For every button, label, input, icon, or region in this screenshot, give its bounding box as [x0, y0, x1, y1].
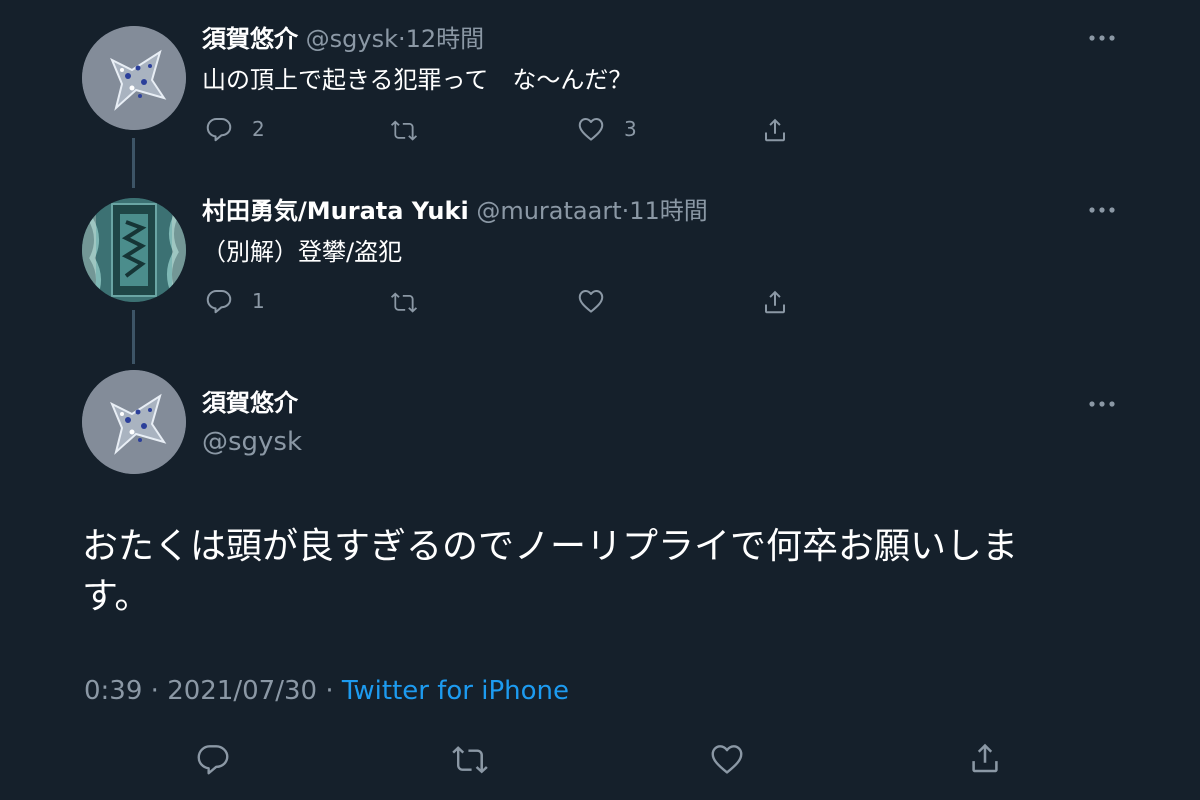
tweet-header: 須賀悠介 @sgysk·12時間	[202, 24, 484, 54]
more-icon[interactable]	[1088, 205, 1116, 215]
separator: ·	[325, 676, 334, 706]
main-display-name[interactable]: 須賀悠介	[202, 388, 298, 418]
reply-count: 1	[252, 289, 265, 313]
share-button[interactable]	[760, 114, 790, 146]
share-button[interactable]	[966, 738, 1004, 778]
reply-icon	[206, 118, 232, 142]
thread-line	[132, 310, 135, 364]
like-icon	[578, 290, 604, 313]
like-button[interactable]: 3	[576, 114, 637, 144]
share-icon	[972, 743, 998, 773]
avatar-sgysk-main[interactable]	[82, 370, 186, 474]
retweet-button[interactable]	[450, 740, 490, 778]
like-button[interactable]	[708, 740, 746, 778]
handle[interactable]: @sgysk	[306, 25, 398, 53]
display-name[interactable]: 村田勇気/Murata Yuki	[202, 197, 469, 225]
tweet-text: （別解）登攀/盗犯	[202, 238, 403, 266]
tweet-text: 山の頂上で起きる犯罪って な〜んだ？	[202, 66, 633, 94]
tweet-header: 村田勇気/Murata Yuki @murataart·11時間	[202, 196, 708, 226]
tweet-time[interactable]: 12時間	[406, 25, 485, 53]
retweet-icon	[390, 292, 418, 313]
reply-button[interactable]	[194, 740, 232, 778]
avatar-image	[82, 26, 186, 130]
like-button[interactable]	[576, 286, 624, 316]
thread-line	[132, 138, 135, 188]
avatar-murataart[interactable]	[82, 198, 186, 302]
share-icon	[765, 118, 785, 142]
reply-button[interactable]: 1	[204, 286, 265, 316]
tweet-timestamp: 0:39 · 2021/07/30 · Twitter for iPhone	[84, 674, 569, 708]
like-icon	[711, 745, 743, 774]
like-icon	[578, 118, 604, 141]
avatar-image	[82, 370, 186, 474]
retweet-icon	[390, 120, 418, 141]
tweet-time[interactable]: 11時間	[629, 197, 708, 225]
reply-icon	[206, 290, 232, 314]
main-tweet-text-line: おたくは頭が良すぎるのでノーリプライで何卒お願いしま	[82, 526, 1019, 567]
retweet-button[interactable]	[388, 288, 438, 316]
reply-count: 2	[252, 117, 265, 141]
reply-icon	[197, 745, 229, 775]
separator: ·	[397, 25, 406, 53]
reply-button[interactable]: 2	[204, 114, 265, 144]
share-icon	[765, 290, 785, 314]
display-name[interactable]: 須賀悠介	[202, 25, 298, 53]
handle[interactable]: @murataart	[476, 197, 621, 225]
more-icon[interactable]	[1088, 33, 1116, 43]
retweet-icon	[452, 746, 488, 774]
retweet-button[interactable]	[388, 116, 438, 144]
avatar-sgysk-1[interactable]	[82, 26, 186, 130]
share-button[interactable]	[760, 286, 790, 318]
tweet-time[interactable]: 0:39	[84, 676, 142, 706]
main-handle[interactable]: @sgysk	[202, 426, 302, 458]
like-count: 3	[624, 117, 637, 141]
main-tweet-text-line: す。	[82, 576, 151, 617]
more-icon[interactable]	[1088, 399, 1116, 409]
main-tweet-text: おたくは頭が良すぎるのでノーリプライで何卒お願いしま す。	[82, 522, 1122, 622]
separator: ·	[150, 676, 159, 706]
tweet-source-link[interactable]: Twitter for iPhone	[342, 676, 569, 706]
avatar-image	[82, 198, 186, 302]
tweet-date[interactable]: 2021/07/30	[167, 676, 317, 706]
